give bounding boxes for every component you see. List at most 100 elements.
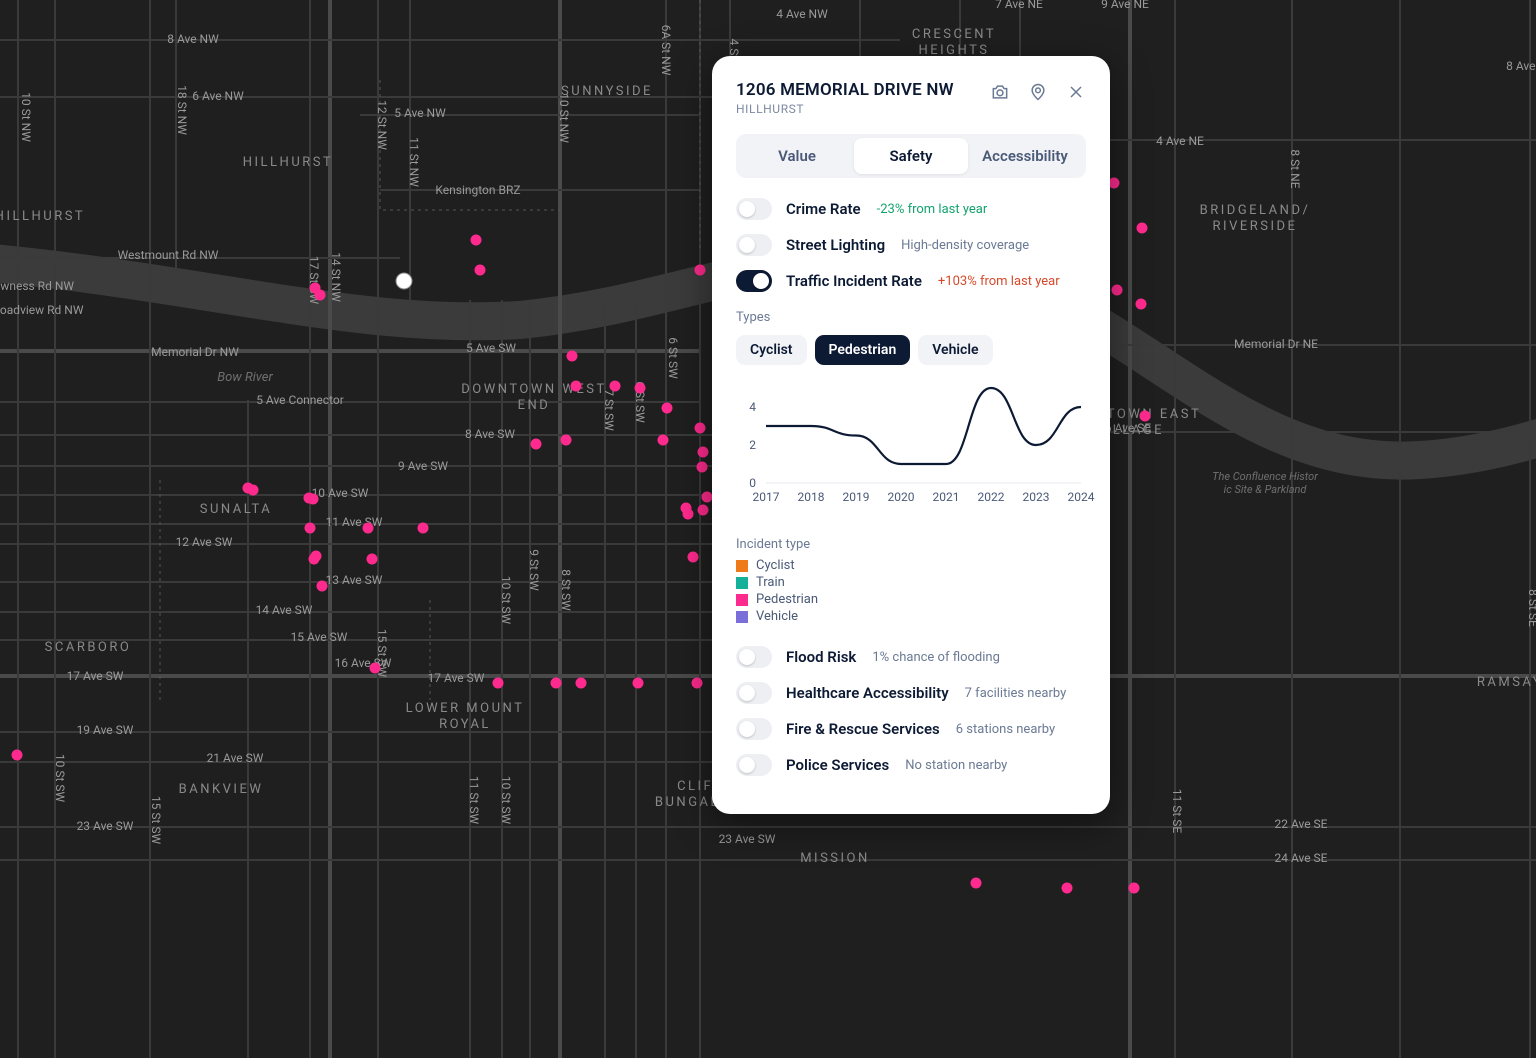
metric-detail: 1% chance of flooding [872,650,1000,665]
incident-pin[interactable] [635,383,646,394]
incident-pin[interactable] [662,403,673,414]
map-label: HILLHURST [243,155,334,170]
map-label: 10 St SW [53,754,67,803]
map-label: DOWNTOWN WEST [461,382,607,397]
incident-chart: 02420172018201920202021202220232024 [736,383,1086,513]
metric-row: Police ServicesNo station nearby [736,754,1086,776]
incident-pin[interactable] [1136,299,1147,310]
incident-pin[interactable] [698,505,709,516]
svg-text:2019: 2019 [843,490,870,504]
map-label: 6 Ave SE [1105,421,1151,435]
toggle-street-lighting[interactable] [736,234,772,256]
map-label: 10 St NW [557,93,571,143]
map-label: 6A St NW [659,25,673,76]
incident-pin[interactable] [702,492,713,503]
incident-pin[interactable] [1112,285,1123,296]
incident-pin[interactable] [493,678,504,689]
location-detail-panel: 1206 MEMORIAL DRIVE NW HILLHURST ValueSa… [712,56,1110,814]
address-title: 1206 MEMORIAL DRIVE NW [736,80,990,100]
incident-pin[interactable] [695,265,706,276]
incident-pin[interactable] [561,435,572,446]
incident-pin[interactable] [688,552,699,563]
camera-icon[interactable] [990,82,1010,102]
incident-pin[interactable] [658,435,669,446]
incident-pin[interactable] [567,351,578,362]
tab-accessibility[interactable]: Accessibility [968,138,1082,174]
close-icon[interactable] [1066,82,1086,102]
map-label: 11 Ave SW [326,515,383,529]
incident-pin[interactable] [683,509,694,520]
metric-detail: +103% from last year [938,274,1060,289]
incident-pin[interactable] [1140,411,1151,422]
incident-pin[interactable] [1109,178,1120,189]
map-label: RAMSAY [1477,675,1536,690]
incident-pin[interactable] [475,265,486,276]
neighborhood-subtitle: HILLHURST [736,102,990,116]
map-label: 15 St SW [149,796,163,845]
incident-pin[interactable] [309,554,320,565]
incident-pin[interactable] [698,447,709,458]
incident-pin[interactable] [531,439,542,450]
incident-pin[interactable] [315,290,326,301]
metric-label: Healthcare Accessibility [786,684,949,702]
incident-pin[interactable] [610,381,621,392]
map-label: Bowness Rd NW [0,279,74,293]
legend-item: Pedestrian [736,592,1086,607]
incident-pin[interactable] [12,750,23,761]
incident-pin[interactable] [551,678,562,689]
incident-pin[interactable] [248,485,259,496]
metric-detail: -23% from last year [877,202,988,217]
incident-pin[interactable] [1062,883,1073,894]
map-label: BRIDGELAND/ [1200,203,1311,218]
incident-pin[interactable] [370,663,381,674]
incident-pin[interactable] [692,678,703,689]
legend-swatch [736,611,748,623]
toggle-flood-risk[interactable] [736,646,772,668]
map-label: 6 St SW [666,337,680,379]
toggle-healthcare-accessibility[interactable] [736,682,772,704]
toggle-police-services[interactable] [736,754,772,776]
incident-pin[interactable] [317,581,328,592]
incident-pin[interactable] [418,523,429,534]
tab-safety[interactable]: Safety [854,138,968,174]
incident-pin[interactable] [363,523,374,534]
map-label: WEST HILLHURST [0,209,85,224]
map-label: SUNNYSIDE [561,84,653,99]
map-label: 17 Ave SW [428,671,485,685]
incident-pin[interactable] [308,494,319,505]
incident-pin[interactable] [576,678,587,689]
location-pin-icon[interactable] [1028,82,1048,102]
incident-type-chips: Cyclist PedestrianVehicle [736,335,1086,365]
map-label: 5 Ave Connector [256,393,344,407]
metric-detail: High-density coverage [901,238,1029,253]
incident-pin[interactable] [633,678,644,689]
tab-value[interactable]: Value [740,138,854,174]
map-label: 8 Ave NE [1506,59,1536,73]
chip-vehicle[interactable]: Vehicle [918,335,992,365]
toggle-fire-rescue-services[interactable] [736,718,772,740]
incident-pin[interactable] [571,381,582,392]
map-label: Memorial Dr NW [151,345,239,359]
incident-pin[interactable] [471,235,482,246]
map-label: ROYAL [439,717,491,732]
chip-pedestrian[interactable]: Pedestrian [815,335,911,365]
incident-pin[interactable] [1129,883,1140,894]
map-label: ic Site & Parkland [1224,483,1308,496]
legend-swatch [736,594,748,606]
svg-text:2017: 2017 [753,490,780,504]
incident-pin[interactable] [305,523,316,534]
incident-pin[interactable] [695,423,706,434]
selected-location-pin[interactable] [396,273,412,289]
map-label: 8 Ave NW [167,32,219,46]
incident-pin[interactable] [697,462,708,473]
legend-swatch [736,560,748,572]
types-label: Types [736,310,1086,325]
map-label: 24 Ave SE [1274,851,1327,865]
incident-pin[interactable] [1137,223,1148,234]
chip-cyclist[interactable]: Cyclist [736,335,807,365]
toggle-traffic-incident-rate[interactable] [736,270,772,292]
svg-text:4: 4 [749,400,756,414]
toggle-crime-rate[interactable] [736,198,772,220]
incident-pin[interactable] [367,554,378,565]
incident-pin[interactable] [971,878,982,889]
